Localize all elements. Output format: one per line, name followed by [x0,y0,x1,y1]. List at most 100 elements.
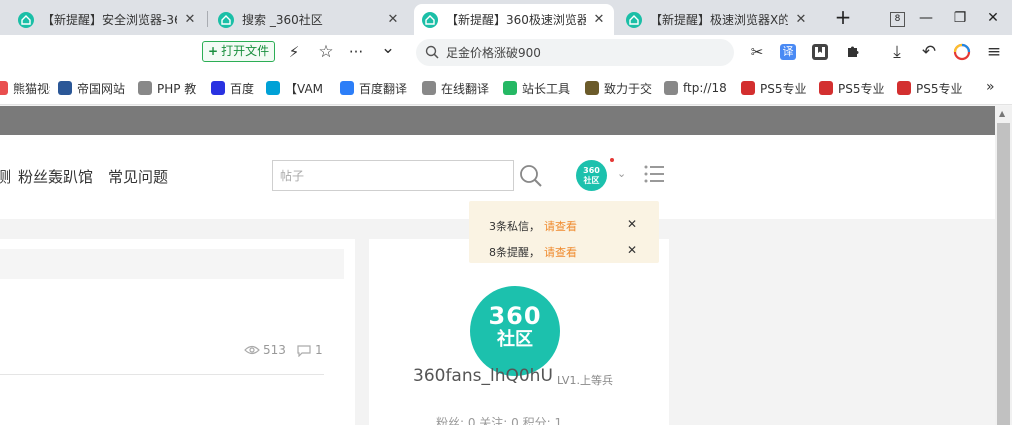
download-icon[interactable]: ⤓ [887,43,907,61]
bookmark-ext-icon[interactable] [812,44,828,60]
divider [0,374,324,375]
avatar-label: 社区 [583,176,600,185]
bookmark-label: 【VAM [285,81,324,96]
chevron-down-icon[interactable]: ⌄ [378,39,398,57]
search-icon [425,45,439,59]
translate-icon[interactable]: 译 [780,44,796,60]
nav-link-faq[interactable]: 常见问题 [108,166,168,187]
notification-dot [610,158,614,162]
bookmark-label: 百度翻译 [359,81,408,96]
profile-avatar[interactable]: 360 社区 [470,286,560,376]
bookmark-item[interactable]: 在线翻译 [422,79,492,97]
page-scrollbar[interactable]: ▲ [995,106,1012,425]
address-bar[interactable]: 足金价格涨破900 [416,39,734,66]
close-icon[interactable]: ✕ [627,217,637,231]
user-avatar[interactable]: 360 社区 [576,160,607,191]
profile-stats: 粉丝: 0 关注: 0 积分: 1 [436,416,563,425]
search-icon[interactable] [518,163,544,189]
minimize-icon[interactable]: — [917,9,935,27]
tab-strip: 【新提醒】安全浏览器-36 ✕ 搜索 _360社区 ✕ 【新提醒】360极速浏览… [0,0,1012,35]
star-icon[interactable]: ☆ [316,43,336,61]
notification-text: 3条私信， [489,220,540,233]
tab-title: 【新提醒】极速浏览器X的 [650,13,788,27]
tab-1[interactable]: 【新提醒】安全浏览器-36 ✕ [10,4,205,35]
search-box [272,160,514,191]
scissors-icon[interactable]: ✂ [747,43,767,61]
page-content: 测 粉丝轰趴馆 常见问题 360社区 ⌄ 3条私信，请查看 ✕ 8条提醒，请查看… [0,106,995,425]
open-file-label: 打开文件 [221,44,270,58]
tab-close-icon[interactable]: ✕ [592,12,606,27]
bookmark-favicon-icon [422,81,436,95]
bookmark-item[interactable]: PS5专业 [819,79,889,97]
tab-3-active[interactable]: 【新提醒】360极速浏览器 ✕ [414,4,614,35]
search-input[interactable] [273,161,513,190]
address-text: 足金价格涨破900 [446,46,541,60]
top-banner [0,106,995,135]
views-count: 513 [263,343,286,357]
tab-2[interactable]: 搜索 _360社区 ✕ [210,4,408,35]
bookmark-favicon-icon [819,81,833,95]
restore-icon[interactable]: ❐ [951,9,969,27]
ai-icon[interactable] [952,43,972,61]
bookmark-item[interactable]: PS5专业 [741,79,811,97]
chevron-down-icon[interactable]: ⌄ [617,167,626,180]
scroll-up-icon[interactable]: ▲ [999,109,1005,118]
comments-count: 1 [315,343,323,357]
lightning-icon[interactable]: ⚡ [284,43,304,61]
tab-title: 【新提醒】安全浏览器-36 [42,13,177,27]
close-icon[interactable]: ✕ [627,243,637,257]
bookmark-item[interactable]: PS5专业 [897,79,967,97]
bookmark-item[interactable]: 【VAM [266,79,330,97]
bookmark-favicon-icon [585,81,599,95]
bookmark-item[interactable]: 百度 [211,79,257,97]
notification-popup: 3条私信， 请查看 ✕ 8条提醒， 请查看 ✕ [469,201,659,263]
profile-username[interactable]: 360fans_lhQ0hU [413,366,553,386]
new-tab-button[interactable]: + [833,7,853,27]
bookmark-favicon-icon [897,81,911,95]
bookmark-favicon-icon [266,81,280,95]
tab-close-icon[interactable]: ✕ [183,12,197,27]
scroll-thumb[interactable] [997,123,1010,425]
site-favicon-icon [422,11,438,28]
plus-icon: + [208,44,219,58]
notification-row: 8条提醒， 请查看 [489,244,577,260]
bookmark-item[interactable]: 致力于交 [585,79,655,97]
bookmark-label: 熊猫视频 [13,81,50,96]
eye-icon [244,345,260,355]
profile-level: LV1.上等兵 [557,374,613,387]
tab-4[interactable]: 【新提醒】极速浏览器X的 ✕ [618,4,816,35]
open-file-button[interactable]: + 打开文件 [202,41,276,62]
bookmark-item[interactable]: 百度翻译 [340,79,410,97]
view-messages-link[interactable]: 请查看 [544,220,577,233]
window-close-icon[interactable]: ✕ [984,9,1002,27]
notification-row: 3条私信， 请查看 [489,218,577,234]
tab-close-icon[interactable]: ✕ [386,12,400,27]
view-reminders-link[interactable]: 请查看 [544,246,577,259]
bookmark-label: 帝国网站 [77,81,126,96]
bookmark-item[interactable]: 帝国网站 [58,79,128,97]
comments-stat: 1 [296,343,323,357]
undo-icon[interactable]: ↶ [919,43,939,61]
tab-close-icon[interactable]: ✕ [794,12,808,27]
nav-link-partial[interactable]: 测 [0,166,11,187]
tab-title: 搜索 _360社区 [242,13,323,27]
bookmarks-more-icon[interactable]: » [986,79,995,95]
avatar-label: 社区 [497,329,533,350]
bookmark-item[interactable]: 熊猫视频 [0,79,50,97]
nav-link-fans-party[interactable]: 粉丝轰趴馆 [18,166,93,187]
more-icon[interactable]: ··· [346,43,366,61]
tab-count-badge[interactable]: 8 [890,12,905,27]
bookmark-item[interactable]: 站长工具 [503,79,573,97]
bookmark-favicon-icon [503,81,517,95]
puzzle-icon[interactable] [843,43,863,61]
avatar-label: 360 [583,166,600,175]
site-favicon-icon [218,11,234,28]
menu-icon[interactable]: ≡ [984,43,1004,61]
site-favicon-icon [626,11,642,28]
list-menu-icon[interactable] [643,164,665,184]
bookmark-item[interactable]: ftp://18 [664,79,726,97]
avatar-label: 360 [488,302,542,330]
comment-icon [297,344,311,357]
bookmarks-bar: 熊猫视频 帝国网站 PHP 教 百度 【VAM 百度翻译 在线翻译 站长工具 致力于交 ftp:/… [0,70,1012,105]
bookmark-item[interactable]: PHP 教 [138,79,198,97]
